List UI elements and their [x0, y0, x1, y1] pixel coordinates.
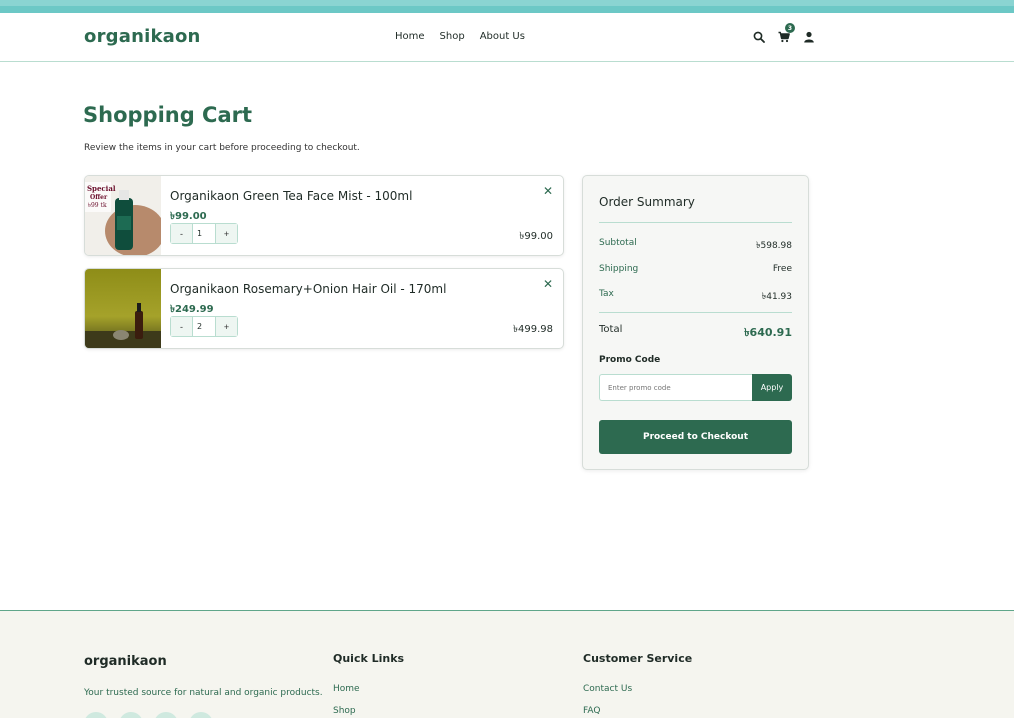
- divider: [599, 222, 792, 223]
- quantity-stepper: - +: [170, 316, 238, 337]
- subtotal-row: Subtotal ৳598.98: [599, 238, 792, 253]
- product-name[interactable]: Organikaon Green Tea Face Mist - 100ml: [170, 189, 412, 203]
- main-nav: Home Shop About Us: [395, 31, 525, 42]
- brand-logo[interactable]: organikaon: [84, 26, 201, 47]
- increase-qty-button[interactable]: +: [216, 317, 237, 336]
- nav-shop[interactable]: Shop: [440, 31, 465, 42]
- decrease-qty-button[interactable]: -: [171, 224, 192, 243]
- social-icon[interactable]: [119, 712, 143, 718]
- footer-brand: organikaon: [84, 654, 167, 669]
- site-header: organikaon Home Shop About Us 3: [0, 13, 1014, 62]
- increase-qty-button[interactable]: +: [216, 224, 237, 243]
- social-icon[interactable]: [189, 712, 213, 718]
- tax-row: Tax ৳41.93: [599, 289, 792, 304]
- cart-count-badge: 3: [785, 23, 795, 33]
- nav-about-us[interactable]: About Us: [480, 31, 525, 42]
- line-total: ৳99.00: [519, 231, 553, 242]
- social-icon[interactable]: [84, 712, 108, 718]
- footer-link-contact-us[interactable]: Contact Us: [583, 684, 632, 694]
- total-label: Total: [599, 324, 623, 335]
- promo-code-label: Promo Code: [599, 355, 661, 365]
- shipping-label: Shipping: [599, 264, 639, 274]
- shipping-value: Free: [772, 264, 792, 274]
- cart-item: Special Offer ৳99 tk Organikaon Green Te…: [84, 175, 564, 256]
- social-links: [84, 712, 213, 718]
- top-accent-bar: [0, 0, 1014, 13]
- remove-item-close-icon[interactable]: ✕: [543, 184, 553, 198]
- customer-service-title: Customer Service: [583, 652, 693, 665]
- footer-link-home[interactable]: Home: [333, 684, 360, 694]
- nav-home[interactable]: Home: [395, 31, 425, 42]
- subtotal-label: Subtotal: [599, 238, 637, 248]
- quantity-stepper: - +: [170, 223, 238, 244]
- page-title: Shopping Cart: [83, 103, 253, 127]
- search-icon[interactable]: [752, 30, 765, 43]
- quantity-input[interactable]: [192, 224, 216, 243]
- cart-item: Organikaon Rosemary+Onion Hair Oil - 170…: [84, 268, 564, 349]
- footer-tagline: Your trusted source for natural and orga…: [84, 688, 323, 698]
- product-image[interactable]: Special Offer ৳99 tk: [85, 176, 165, 255]
- top-accent-bar-dark: [0, 6, 1014, 13]
- page-subtitle: Review the items in your cart before pro…: [84, 143, 360, 153]
- product-image[interactable]: [85, 269, 161, 348]
- tax-value: ৳41.93: [761, 292, 792, 302]
- order-summary-title: Order Summary: [599, 195, 695, 209]
- remove-item-close-icon[interactable]: ✕: [543, 277, 553, 291]
- footer-link-shop[interactable]: Shop: [333, 706, 356, 716]
- header-icons: 3: [752, 23, 815, 43]
- quantity-input[interactable]: [192, 317, 216, 336]
- svg-text:৳99 tk: ৳99 tk: [88, 202, 107, 209]
- order-summary: Order Summary Subtotal ৳598.98 Shipping …: [582, 175, 809, 470]
- subtotal-value: ৳598.98: [756, 241, 792, 251]
- product-name[interactable]: Organikaon Rosemary+Onion Hair Oil - 170…: [170, 282, 446, 296]
- decrease-qty-button[interactable]: -: [171, 317, 192, 336]
- footer-link-faq[interactable]: FAQ: [583, 706, 600, 716]
- promo-code-input[interactable]: [599, 374, 753, 401]
- divider: [599, 312, 792, 313]
- quick-links-title: Quick Links: [333, 652, 405, 665]
- site-footer: organikaon Your trusted source for natur…: [0, 610, 1014, 718]
- social-icon[interactable]: [154, 712, 178, 718]
- apply-promo-button[interactable]: Apply: [752, 374, 792, 401]
- svg-text:Offer: Offer: [90, 194, 108, 201]
- proceed-to-checkout-button[interactable]: Proceed to Checkout: [599, 420, 792, 454]
- tax-label: Tax: [599, 289, 614, 299]
- shipping-row: Shipping Free: [599, 264, 792, 274]
- line-total: ৳499.98: [513, 324, 553, 335]
- total-row: Total ৳640.91: [599, 324, 792, 343]
- cart-icon[interactable]: 3: [777, 23, 795, 43]
- user-icon[interactable]: [802, 30, 815, 43]
- total-value: ৳640.91: [744, 326, 792, 339]
- offer-text: Special: [87, 184, 116, 193]
